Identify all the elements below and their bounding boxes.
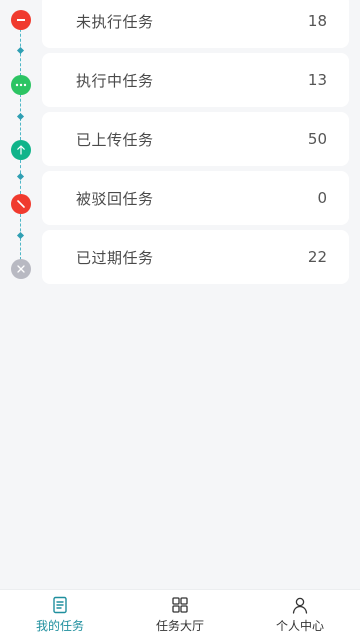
timeline-diamond <box>16 231 25 240</box>
task-card-expired[interactable]: 已过期任务 22 <box>42 230 349 284</box>
task-count: 18 <box>307 12 327 30</box>
upload-arrow-icon <box>11 140 31 160</box>
minus-circle-icon <box>11 10 31 30</box>
nav-item-label: 个人中心 <box>275 619 324 633</box>
task-card-rejected[interactable]: 被驳回任务 0 <box>42 171 349 225</box>
nav-item-my-tasks[interactable]: 我的任务 <box>0 590 120 640</box>
task-card-uploaded[interactable]: 已上传任务 50 <box>42 112 349 166</box>
timeline-diamond <box>16 112 25 121</box>
task-label: 未执行任务 <box>76 12 154 31</box>
task-label: 已上传任务 <box>76 130 154 149</box>
slash-circle-icon <box>11 194 31 214</box>
ellipsis-circle-icon <box>11 75 31 95</box>
screen: 未执行任务 18 执行中任务 13 已上传任务 50 被驳回任务 0 已过期任务… <box>0 0 360 640</box>
task-label: 已过期任务 <box>76 248 154 267</box>
task-count: 22 <box>307 248 327 266</box>
task-count: 50 <box>307 130 327 148</box>
task-card-in-progress[interactable]: 执行中任务 13 <box>42 53 349 107</box>
nav-item-label: 任务大厅 <box>155 619 204 633</box>
task-count: 13 <box>307 71 327 89</box>
timeline-diamond <box>16 172 25 181</box>
nav-item-personal-center[interactable]: 个人中心 <box>240 590 360 640</box>
x-circle-icon <box>11 259 31 279</box>
grid-icon <box>171 596 189 614</box>
bottom-nav: 我的任务 任务大厅 个人中心 <box>0 589 360 640</box>
task-card-unexecuted[interactable]: 未执行任务 18 <box>42 0 349 48</box>
status-timeline <box>0 0 42 290</box>
nav-item-label: 我的任务 <box>35 619 84 633</box>
task-list-icon <box>51 596 69 614</box>
timeline-diamond <box>16 46 25 55</box>
user-icon <box>291 596 309 614</box>
task-count: 0 <box>317 189 327 207</box>
task-label: 执行中任务 <box>76 71 154 90</box>
nav-item-task-hall[interactable]: 任务大厅 <box>120 590 240 640</box>
task-label: 被驳回任务 <box>76 189 154 208</box>
